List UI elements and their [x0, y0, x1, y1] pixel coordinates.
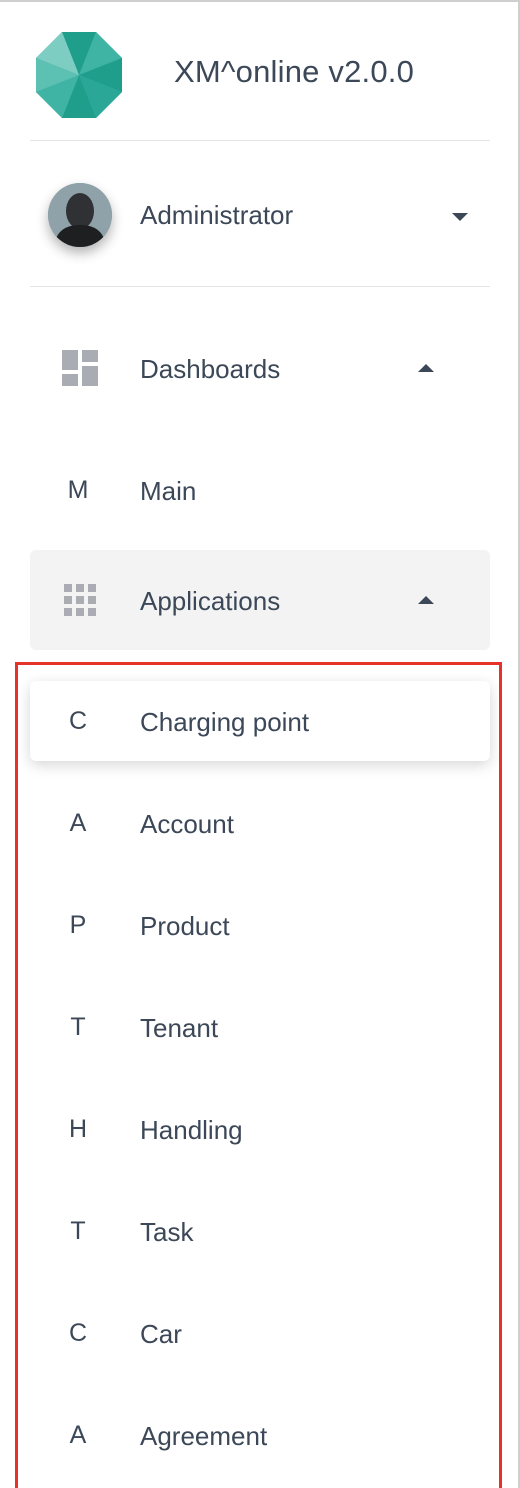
sidebar-item-mini: M — [67, 476, 89, 504]
sidebar-item-label: Dashboards — [140, 354, 281, 384]
caret-up-icon[interactable] — [418, 364, 434, 372]
user-menu[interactable]: Administrator — [30, 141, 490, 287]
user-name[interactable]: Administrator — [140, 200, 293, 231]
apps-grid-icon — [64, 584, 96, 616]
octagon-logo-icon[interactable] — [36, 32, 122, 118]
sidebar-item-label: Main — [140, 476, 197, 506]
sidebar-item-label: Applications — [140, 586, 281, 616]
caret-up-icon[interactable] — [418, 596, 434, 604]
user-avatar[interactable] — [48, 183, 112, 247]
caret-down-icon[interactable] — [452, 213, 468, 221]
sidebar-header: XM^online v2.0.0 — [30, 2, 490, 141]
highlight-box — [15, 662, 502, 1488]
app-title[interactable]: XM^online v2.0.0 — [174, 54, 414, 90]
sidebar-item-applications[interactable]: Applications — [30, 550, 490, 650]
user-silhouette-icon — [48, 183, 112, 247]
sidebar-item-dashboards[interactable]: Dashboards — [30, 328, 490, 408]
sidebar-item-main[interactable]: M Main — [30, 450, 490, 530]
dashboard-icon — [62, 350, 98, 386]
